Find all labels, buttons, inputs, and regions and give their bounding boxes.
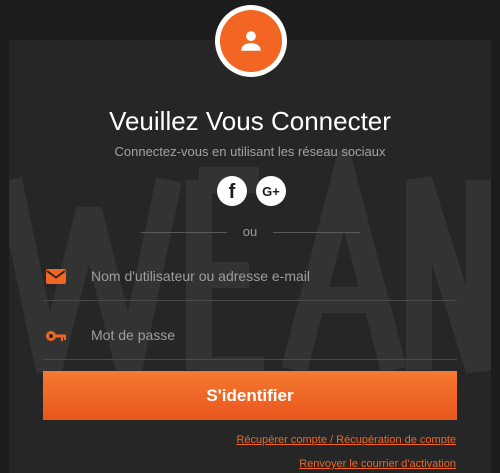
user-icon xyxy=(241,31,261,51)
svg-text:f: f xyxy=(229,182,236,200)
avatar-circle xyxy=(220,10,282,72)
svg-text:G+: G+ xyxy=(262,184,280,199)
page-subtitle: Connectez-vous en utilisant les réseau s… xyxy=(114,144,386,159)
password-input[interactable] xyxy=(91,313,451,357)
divider-text: ou xyxy=(242,224,258,239)
facebook-login-button[interactable]: f xyxy=(217,176,247,206)
envelope-icon xyxy=(46,269,66,284)
google-plus-icon: G+ xyxy=(262,184,280,199)
avatar xyxy=(215,5,287,77)
resend-activation-link[interactable]: Renvoyer le courrier d'activation xyxy=(299,458,456,470)
username-field xyxy=(43,254,457,301)
key-icon xyxy=(46,331,66,341)
recover-account-link[interactable]: Récupérer compte / Récupération de compt… xyxy=(236,434,456,446)
username-input[interactable] xyxy=(91,254,451,298)
facebook-icon: f xyxy=(229,182,236,200)
login-button[interactable]: S'identifier xyxy=(43,371,457,420)
password-field xyxy=(43,313,457,360)
page-title: Veuillez Vous Connecter xyxy=(109,106,391,136)
google-login-button[interactable]: G+ xyxy=(256,176,286,206)
